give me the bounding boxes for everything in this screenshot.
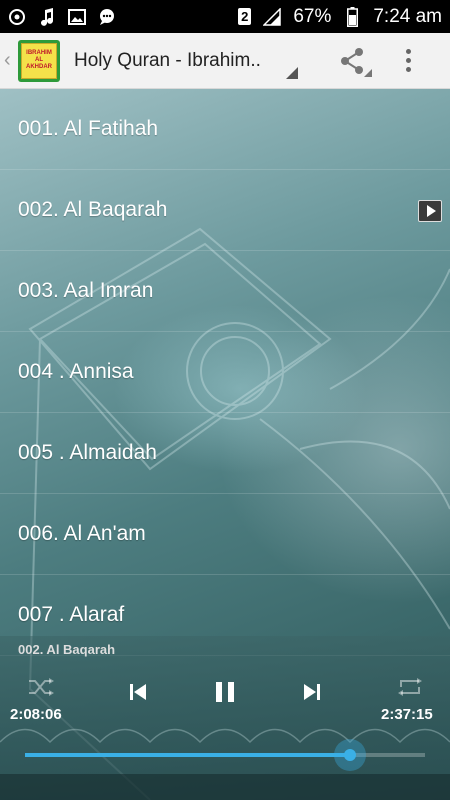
- previous-icon: [130, 684, 146, 700]
- play-badge-icon: [418, 200, 442, 222]
- surah-label: 006. Al An'am: [18, 522, 146, 545]
- list-item[interactable]: 005 . Almaidah: [0, 413, 450, 494]
- bottom-band: [0, 774, 450, 800]
- back-chevron-icon[interactable]: ‹: [4, 49, 16, 72]
- previous-button[interactable]: [126, 680, 150, 704]
- share-button[interactable]: [332, 41, 372, 81]
- app-logo-text: IBRAHIM AL AKHDAR: [26, 50, 52, 70]
- now-playing-title: 002. Al Baqarah: [18, 642, 116, 657]
- app-title[interactable]: Holy Quran - Ibrahim..: [74, 50, 274, 72]
- image-icon: [68, 8, 86, 26]
- repeat-icon: [398, 678, 422, 696]
- clock: 7:24 am: [373, 5, 442, 27]
- shuffle-icon: [29, 678, 54, 696]
- list-item[interactable]: 003. Aal Imran: [0, 251, 450, 332]
- repeat-button[interactable]: [396, 676, 424, 698]
- seek-bar[interactable]: [25, 739, 425, 771]
- app-logo[interactable]: IBRAHIM AL AKHDAR: [18, 39, 60, 82]
- battery-icon: [343, 6, 361, 27]
- shuffle-button[interactable]: [26, 676, 56, 698]
- list-item[interactable]: 004 . Annisa: [0, 332, 450, 413]
- surah-label: 003. Aal Imran: [18, 279, 154, 302]
- next-button[interactable]: [300, 680, 324, 704]
- surah-label: 002. Al Baqarah: [18, 198, 168, 221]
- surah-label: 001. Al Fatihah: [18, 117, 159, 140]
- battery-level: 67%: [293, 5, 332, 27]
- list-item[interactable]: 006. Al An'am: [0, 494, 450, 575]
- surah-label: 004 . Annisa: [18, 360, 134, 383]
- surah-list: 001. Al Fatihah 002. Al Baqarah 003. Aal…: [0, 89, 450, 656]
- music-note-icon: [38, 7, 56, 26]
- title-dropdown-indicator-icon: [286, 66, 298, 79]
- sim-icon: 2: [238, 8, 252, 25]
- list-item[interactable]: 001. Al Fatihah: [0, 89, 450, 170]
- next-icon: [304, 684, 320, 700]
- list-item[interactable]: 002. Al Baqarah: [0, 170, 450, 251]
- share-icon: [341, 47, 363, 74]
- pause-button[interactable]: [211, 678, 239, 706]
- overflow-menu-icon[interactable]: [398, 41, 418, 81]
- surah-label: 005 . Almaidah: [18, 441, 157, 464]
- pause-icon: [216, 682, 234, 702]
- signal-icon: [263, 7, 282, 26]
- sync-icon: [8, 8, 26, 26]
- elapsed-time: 2:08:06: [10, 706, 62, 723]
- status-bar: 2 67% 7:24 am: [0, 0, 450, 33]
- media-player: 002. Al Baqarah 2:08:06 2:37:15: [0, 636, 450, 800]
- total-time: 2:37:15: [381, 706, 433, 723]
- seek-bar-thumb[interactable]: [333, 739, 366, 771]
- chat-icon: [98, 8, 116, 26]
- surah-label: 007 . Alaraf: [18, 603, 125, 626]
- action-bar: ‹ IBRAHIM AL AKHDAR Holy Quran - Ibrahim…: [0, 33, 450, 89]
- seek-bar-progress: [25, 753, 350, 757]
